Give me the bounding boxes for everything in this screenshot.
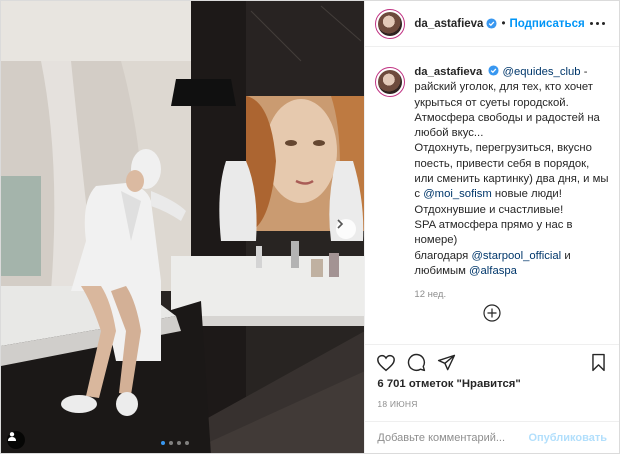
- caption-line: благодаря @starpool_official и: [414, 249, 608, 264]
- carousel-next-button[interactable]: [336, 219, 356, 239]
- instagram-post: da_astafieva • Подписаться da_astafieva: [0, 0, 620, 454]
- mention-link[interactable]: @starpool_official: [471, 250, 561, 262]
- mention-link[interactable]: @equides_club: [503, 66, 581, 78]
- carousel-dot: [177, 441, 181, 445]
- separator-dot: •: [501, 17, 506, 30]
- share-button[interactable]: [435, 352, 457, 374]
- follow-button[interactable]: Подписаться: [509, 18, 584, 30]
- header-username[interactable]: da_astafieva: [414, 18, 483, 30]
- caption-line: Атмосфера свободы и радостей на: [414, 111, 600, 124]
- caption-line: укрыться от суеты городской.: [414, 96, 569, 109]
- more-dot-icon: [590, 22, 593, 25]
- comment-input[interactable]: [377, 432, 529, 444]
- caption-fragment: -: [580, 66, 588, 78]
- load-more-comments-button[interactable]: [483, 304, 502, 325]
- caption-fragment: новые люди!: [491, 188, 562, 201]
- caption-line: любой вкус...: [414, 127, 484, 140]
- photo-bathroom-scene: [1, 1, 365, 453]
- caption-avatar[interactable]: [375, 67, 406, 97]
- verified-badge-icon: [488, 65, 499, 76]
- caption-line: с @moi_sofism новые люди!: [414, 187, 608, 202]
- like-button[interactable]: [375, 352, 397, 374]
- user-tag-icon: [8, 432, 16, 441]
- likes-count[interactable]: 6 701 отметок "Нравится": [377, 378, 520, 390]
- chevron-right-icon: [337, 219, 344, 229]
- caption-line: поесть, привести себя в порядок,: [414, 157, 590, 170]
- caption-line: райский уголок, для тех, кто хочет: [414, 81, 593, 94]
- heart-icon: [377, 354, 396, 371]
- caption-line: da_astafieva @equides_club -: [414, 65, 608, 80]
- post-caption: da_astafieva @equides_club - райский уго…: [375, 65, 611, 302]
- caption-username[interactable]: da_astafieva: [414, 66, 482, 78]
- caption-line: номере): [414, 234, 458, 247]
- action-bar: [365, 344, 619, 380]
- caption-line: Отдохнуть, перегрузиться, вкусно: [414, 142, 592, 155]
- caption-fragment: с: [414, 188, 424, 201]
- caption-text: da_astafieva @equides_club - райский уго…: [414, 65, 609, 302]
- bookmark-icon: [591, 353, 605, 372]
- caption-line: SPA атмосфера прямо у нас в: [414, 218, 573, 231]
- more-dot-icon: [596, 22, 599, 25]
- save-button[interactable]: [587, 352, 609, 374]
- caption-time-ago[interactable]: 12 нед.: [414, 287, 608, 302]
- carousel-dot: [161, 441, 165, 445]
- mention-link[interactable]: @alfaspa: [469, 265, 517, 277]
- post-photo[interactable]: [1, 1, 365, 453]
- mention-link[interactable]: @moi_sofism: [423, 188, 492, 200]
- plus-circle-icon: [483, 304, 502, 322]
- publish-button[interactable]: Опубликовать: [528, 432, 607, 444]
- carousel-indicator: [161, 441, 189, 445]
- caption-fragment: любимым: [414, 264, 470, 277]
- user-tag-button[interactable]: [7, 431, 25, 449]
- avatar[interactable]: [375, 8, 406, 39]
- carousel-dot: [169, 441, 173, 445]
- caption-fragment: благодаря: [414, 249, 472, 262]
- caption-line: Отдохнувшие и счастливые!: [414, 203, 564, 216]
- post-date[interactable]: 18 ИЮНЯ: [377, 399, 417, 409]
- share-icon: [437, 354, 456, 371]
- verified-badge-icon: [486, 18, 497, 29]
- post-header: da_astafieva • Подписаться: [365, 1, 619, 47]
- more-dot-icon: [602, 22, 605, 25]
- comment-button[interactable]: [405, 352, 427, 374]
- more-options-button[interactable]: [586, 18, 609, 29]
- caption-line: или сменить картинку) два дня, и мы: [414, 173, 609, 186]
- comment-form: Опубликовать: [365, 421, 619, 454]
- post-side-panel: da_astafieva • Подписаться da_astafieva: [364, 1, 619, 453]
- caption-line: любимым @alfaspa: [414, 264, 608, 279]
- caption-fragment: и: [561, 249, 571, 262]
- comment-icon: [407, 353, 426, 372]
- carousel-dot: [185, 441, 189, 445]
